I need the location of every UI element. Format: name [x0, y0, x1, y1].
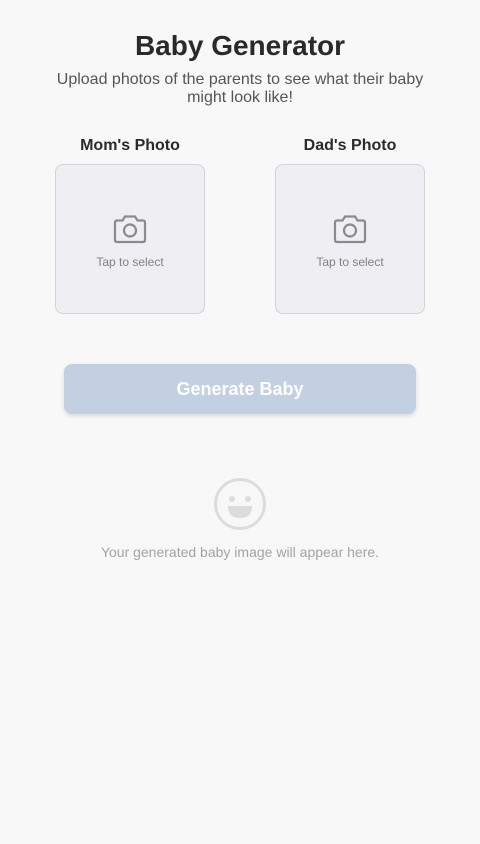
camera-icon: [333, 215, 367, 244]
dad-photo-hint: Tap to select: [316, 255, 384, 269]
mom-photo-label: Mom's Photo: [80, 137, 180, 154]
dad-photo-picker[interactable]: Tap to select: [275, 164, 425, 314]
smiley-icon: [214, 478, 266, 530]
camera-icon: [113, 215, 147, 244]
result-placeholder-text: Your generated baby image will appear he…: [100, 544, 380, 560]
dad-photo-label: Dad's Photo: [303, 137, 397, 154]
page-title: Baby Generator: [134, 30, 346, 61]
mom-photo-hint: Tap to select: [96, 255, 164, 269]
page-subtitle: Upload photos of the parents to see what…: [56, 71, 424, 106]
mom-photo-section: Mom's Photo Tap to select: [55, 136, 205, 314]
mom-photo-picker[interactable]: Tap to select: [55, 164, 205, 314]
generate-baby-button[interactable]: Generate Baby: [64, 364, 416, 414]
dad-photo-section: Dad's Photo Tap to select: [275, 136, 425, 314]
